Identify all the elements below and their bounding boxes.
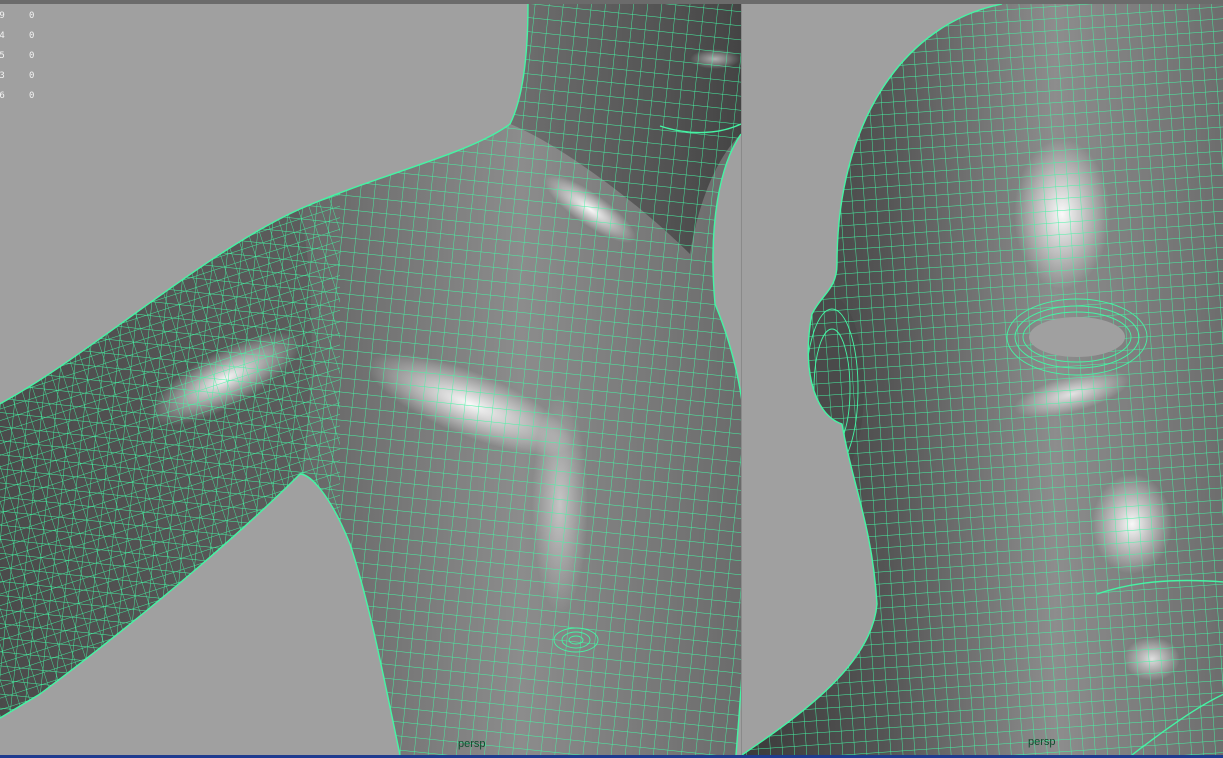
camera-label: persp — [458, 738, 486, 750]
perspective-viewport-head[interactable]: persp — [741, 4, 1223, 755]
torso-mesh-render — [0, 4, 741, 755]
hud-row: 390 — [0, 11, 35, 21]
hud-row: 540 — [0, 31, 35, 41]
camera-label: persp — [1028, 736, 1056, 748]
hud-readout: 390 540 350 030 360 — [0, 6, 60, 106]
head-mesh-render — [742, 4, 1223, 755]
perspective-viewport-torso[interactable]: 390 540 350 030 360 persp — [0, 4, 741, 755]
hud-row: 350 — [0, 51, 35, 61]
maya-viewport-panel: 390 540 350 030 360 persp — [0, 0, 1223, 758]
hud-row: 030 — [0, 71, 35, 81]
hud-row: 360 — [0, 91, 35, 101]
